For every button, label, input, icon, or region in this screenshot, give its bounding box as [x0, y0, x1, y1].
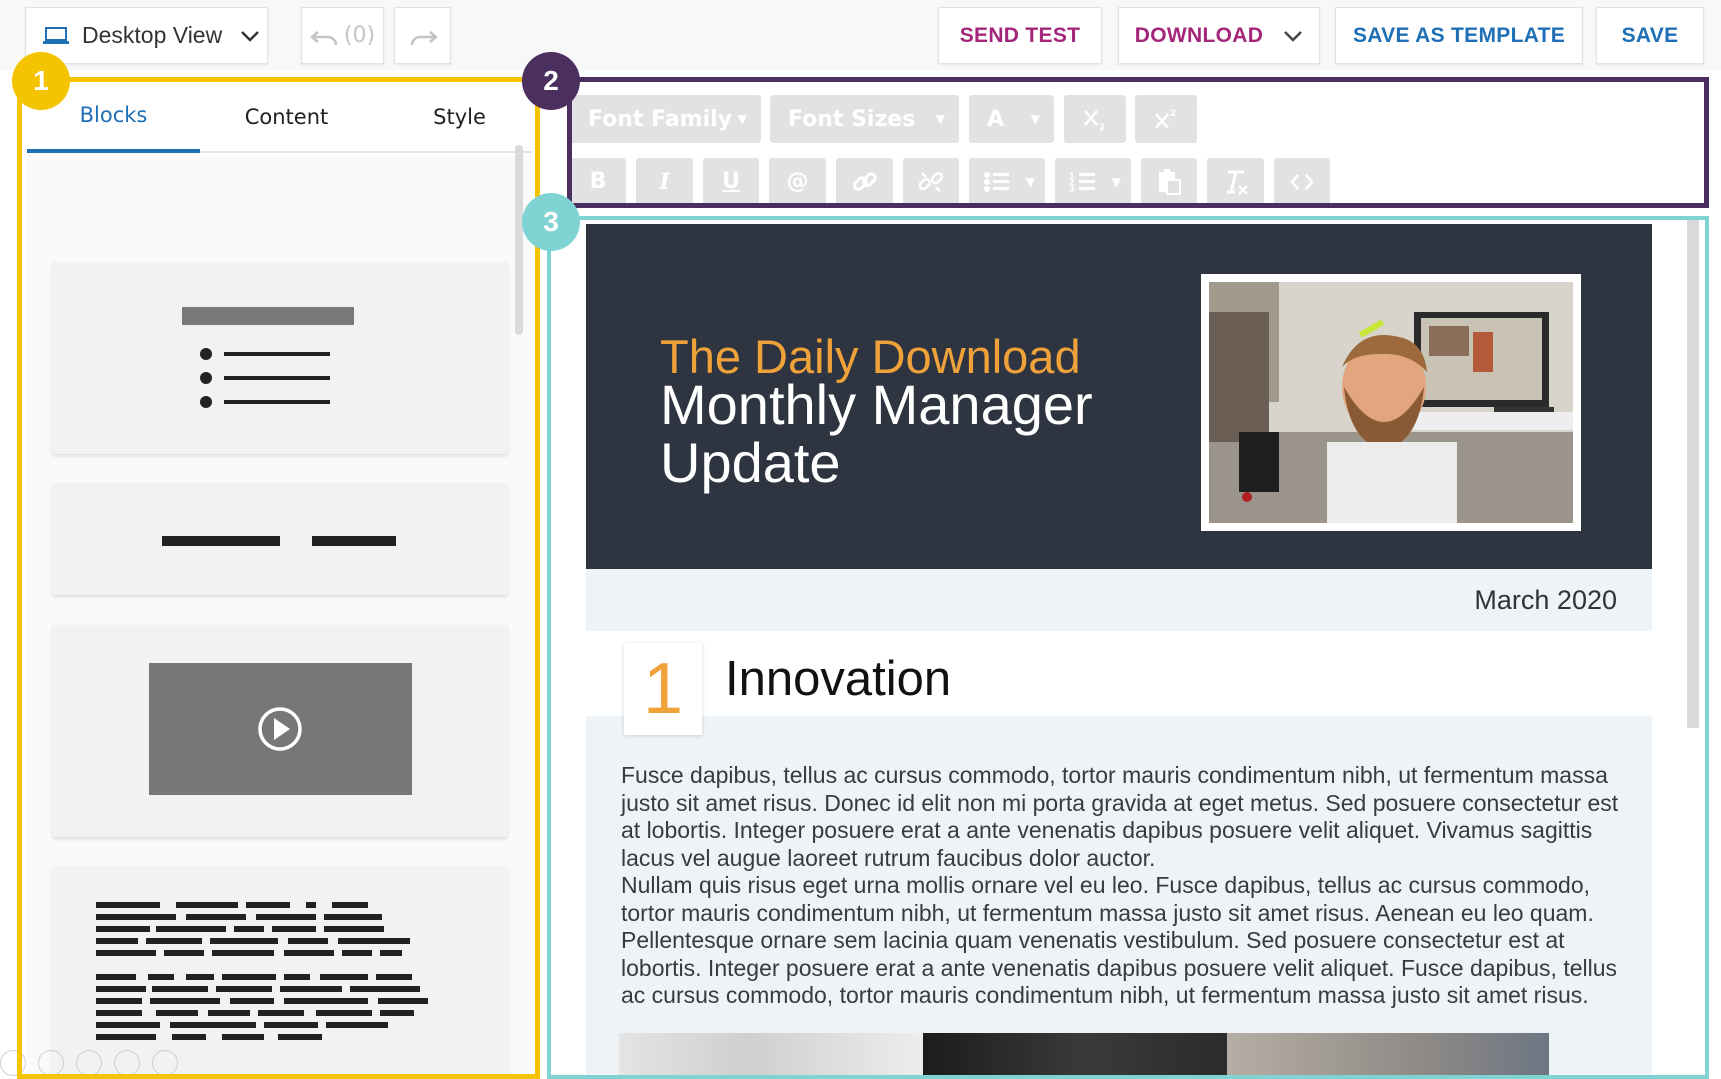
source-code-button[interactable]: [1274, 158, 1330, 205]
tab-content[interactable]: Content: [200, 80, 373, 153]
undo-button[interactable]: (0): [301, 7, 384, 64]
email-canvas: The Daily Download Monthly Manager Updat…: [550, 218, 1705, 1079]
undo-icon: [309, 30, 338, 45]
issue-date: March 2020: [586, 569, 1652, 631]
copy-icon[interactable]: [38, 1050, 64, 1076]
clear-format-icon: [1226, 170, 1248, 195]
section-body[interactable]: Fusce dapibus, tellus ac cursus commodo,…: [586, 716, 1652, 1079]
text-lines-icon: [96, 902, 428, 1040]
left-panel-scrollbar[interactable]: [515, 145, 523, 335]
canvas-scrollbar[interactable]: [1687, 218, 1699, 728]
laptop-icon: [43, 26, 69, 44]
section-title: Innovation: [725, 652, 952, 706]
caret-down-icon: ▼: [935, 112, 945, 126]
link-icon: [852, 171, 877, 191]
bold-button[interactable]: B: [570, 158, 626, 205]
video-play-icon: [149, 663, 412, 795]
paragraph-1: Fusce dapibus, tellus ac cursus commodo,…: [621, 762, 1619, 871]
caret-down-icon: ▼: [1025, 174, 1035, 189]
blocks-panel: Blocks Content Style: [22, 80, 537, 1079]
thumbnail-image[interactable]: [619, 1033, 941, 1079]
download-label: DOWNLOAD: [1134, 23, 1264, 47]
bullet-list-icon: [182, 307, 354, 408]
zoom-icon[interactable]: [76, 1050, 102, 1076]
body-text[interactable]: Fusce dapibus, tellus ac cursus commodo,…: [621, 762, 1621, 1010]
subscript-button[interactable]: 2: [1064, 95, 1126, 143]
clear-format-button[interactable]: [1207, 158, 1264, 205]
code-icon: [1290, 173, 1314, 190]
more-icon[interactable]: [152, 1050, 178, 1076]
link-button[interactable]: [836, 158, 893, 205]
font-sizes-label: Font Sizes: [788, 106, 916, 132]
format-toolbar: Font Family ▼ Font Sizes ▼ A ▼ 2 2 B I U…: [570, 80, 1705, 205]
download-button[interactable]: DOWNLOAD: [1118, 7, 1320, 64]
numbered-list-dropdown[interactable]: 123 ▼: [1055, 158, 1131, 205]
hero-title: Monthly Manager Update: [660, 373, 1093, 494]
caret-down-icon: ▼: [737, 112, 747, 126]
text-color-dropdown[interactable]: A ▼: [969, 95, 1054, 143]
bottom-tool-icons: [0, 1050, 178, 1076]
hero-photo[interactable]: [1201, 274, 1581, 531]
chevron-down-icon: [241, 30, 260, 42]
section-header: 1 Innovation: [586, 631, 1652, 735]
block-list: [27, 155, 532, 1079]
svg-text:3: 3: [1069, 185, 1075, 194]
save-as-template-button[interactable]: SAVE AS TEMPLATE: [1335, 7, 1583, 64]
hero-photo-image: [1209, 282, 1573, 523]
numbered-list-icon: 123: [1069, 171, 1095, 194]
send-test-button[interactable]: SEND TEST: [938, 7, 1102, 64]
superscript-button[interactable]: 2: [1135, 95, 1197, 143]
callout-marker-1: 1: [12, 52, 70, 110]
mention-button[interactable]: @: [769, 158, 826, 205]
panel-tabs: Blocks Content Style: [27, 80, 532, 153]
redo-icon: [410, 30, 438, 45]
bullet-list-dropdown[interactable]: ▼: [969, 158, 1045, 205]
callout-marker-2: 2: [522, 52, 580, 110]
unlink-icon: [918, 171, 944, 192]
redo-button[interactable]: [394, 7, 451, 64]
view-mode-select[interactable]: Desktop View: [25, 7, 268, 64]
divider-icon: [162, 536, 396, 546]
divider-block[interactable]: [52, 483, 508, 595]
thumbnail-image[interactable]: [1227, 1033, 1549, 1079]
hero-banner[interactable]: The Daily Download Monthly Manager Updat…: [586, 224, 1652, 569]
bullet-list-icon: [984, 171, 1009, 192]
caret-down-icon: ▼: [1111, 174, 1121, 189]
chevron-down-icon: [1284, 30, 1303, 42]
font-family-label: Font Family: [588, 106, 733, 132]
section-number: 1: [624, 643, 702, 735]
image-icon[interactable]: [114, 1050, 140, 1076]
save-button[interactable]: SAVE: [1596, 7, 1704, 64]
text-color-icon: A: [987, 106, 1005, 132]
undo-count: (0): [343, 23, 376, 48]
caret-down-icon: ▼: [1030, 112, 1040, 126]
paste-button[interactable]: [1141, 158, 1197, 205]
tool-icon[interactable]: [0, 1050, 26, 1076]
font-family-dropdown[interactable]: Font Family ▼: [570, 95, 761, 143]
thumbnail-image[interactable]: [923, 1033, 1245, 1079]
video-block[interactable]: [52, 625, 508, 837]
paragraph-2: Nullam quis risus eget urna mollis ornar…: [621, 872, 1618, 1008]
list-block[interactable]: [52, 262, 508, 454]
callout-marker-3: 3: [522, 193, 580, 251]
underline-button[interactable]: U: [703, 158, 759, 205]
unlink-button[interactable]: [903, 158, 959, 205]
svg-text:2: 2: [1170, 109, 1176, 119]
top-toolbar: Desktop View (0) SEND TEST DOWNLOAD SAVE…: [0, 0, 1721, 70]
view-mode-label: Desktop View: [82, 22, 223, 48]
office-scene-image: [1209, 282, 1573, 523]
svg-text:2: 2: [1099, 123, 1105, 131]
paste-icon: [1159, 168, 1181, 195]
subscript-icon: 2: [1084, 110, 1105, 131]
text-block[interactable]: [52, 866, 508, 1079]
superscript-icon: 2: [1155, 109, 1176, 129]
italic-button[interactable]: I: [636, 158, 693, 205]
tab-style[interactable]: Style: [373, 80, 546, 153]
font-sizes-dropdown[interactable]: Font Sizes ▼: [770, 95, 959, 143]
